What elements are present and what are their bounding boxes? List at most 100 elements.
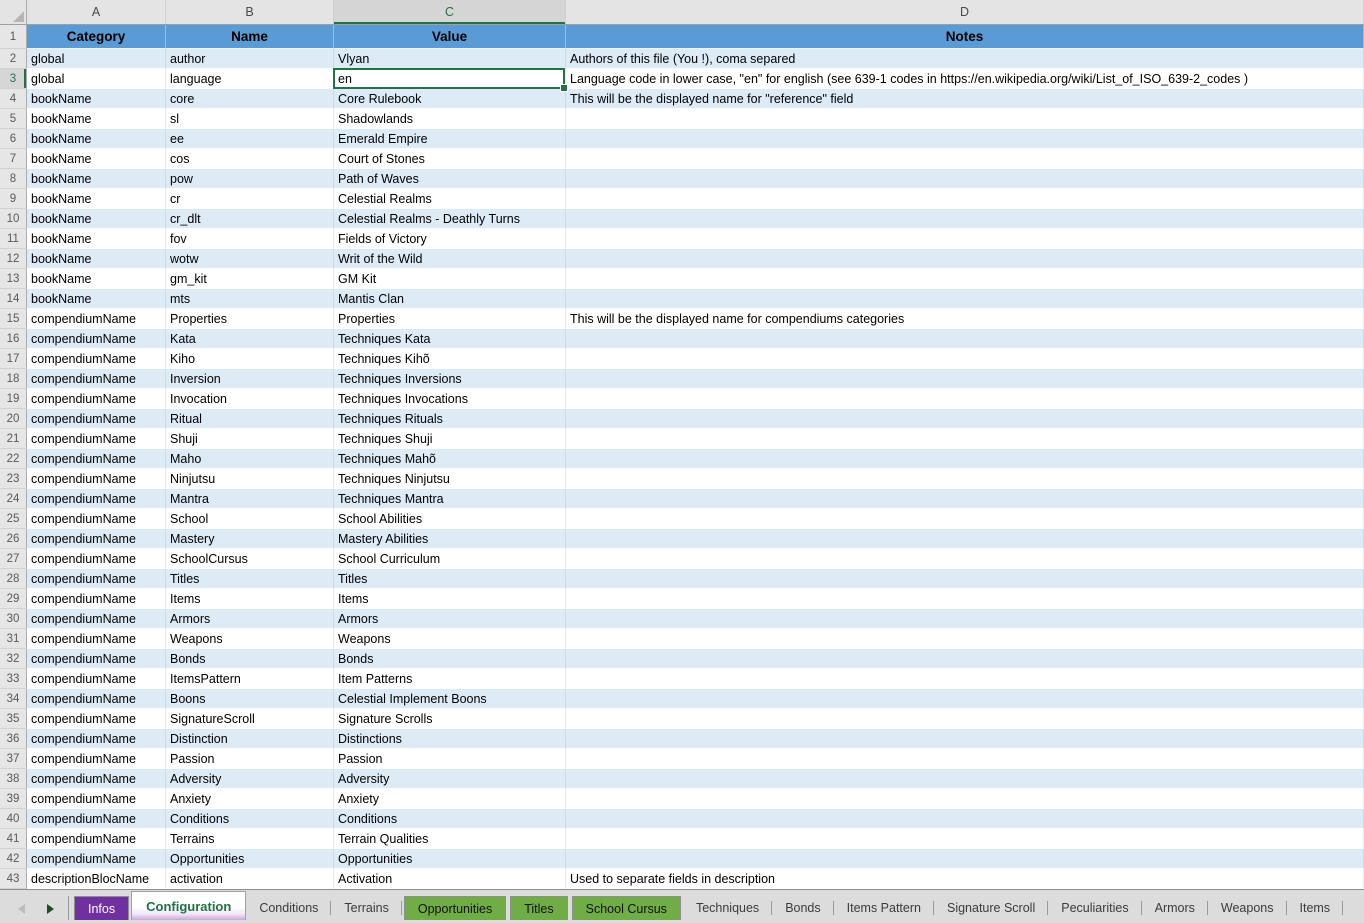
row-number[interactable]: 41	[0, 829, 27, 849]
cell[interactable]: Passion	[334, 749, 566, 769]
cell[interactable]: This will be the displayed name for "ref…	[566, 89, 1364, 109]
cell[interactable]: compendiumName	[27, 509, 166, 529]
cell[interactable]: compendiumName	[27, 849, 166, 869]
cell[interactable]: language	[166, 69, 334, 89]
cell[interactable]	[566, 829, 1364, 849]
cell[interactable]	[566, 429, 1364, 449]
cell[interactable]: Emerald Empire	[334, 129, 566, 149]
sheet-tab-terrains[interactable]: Terrains	[331, 896, 401, 920]
row-number[interactable]: 1	[0, 25, 27, 49]
cell[interactable]: Writ of the Wild	[334, 249, 566, 269]
cell[interactable]: global	[27, 49, 166, 69]
cell[interactable]: compendiumName	[27, 789, 166, 809]
cell[interactable]: bookName	[27, 269, 166, 289]
row-number[interactable]: 5	[0, 109, 27, 129]
row-number[interactable]: 40	[0, 809, 27, 829]
cell[interactable]: Celestial Realms	[334, 189, 566, 209]
cell[interactable]: bookName	[27, 229, 166, 249]
cell[interactable]: compendiumName	[27, 669, 166, 689]
cell[interactable]: Techniques Mantra	[334, 489, 566, 509]
cell[interactable]: Vlyan	[334, 49, 566, 69]
sheet-tab-weapons[interactable]: Weapons	[1208, 896, 1287, 920]
row-number[interactable]: 24	[0, 489, 27, 509]
cell[interactable]	[566, 409, 1364, 429]
cell[interactable]: School	[166, 509, 334, 529]
cell[interactable]: Techniques Kata	[334, 329, 566, 349]
cell[interactable]: compendiumName	[27, 489, 166, 509]
row-number[interactable]: 33	[0, 669, 27, 689]
cell[interactable]: compendiumName	[27, 749, 166, 769]
cell[interactable]	[566, 369, 1364, 389]
sheet-tab-opportunities[interactable]: Opportunities	[404, 896, 506, 920]
cell[interactable]: Anxiety	[166, 789, 334, 809]
cell[interactable]: Authors of this file (You !), coma separ…	[566, 49, 1364, 69]
cell[interactable]: compendiumName	[27, 369, 166, 389]
row-number[interactable]: 21	[0, 429, 27, 449]
row-number[interactable]: 42	[0, 849, 27, 869]
row-number[interactable]: 9	[0, 189, 27, 209]
cell[interactable]	[566, 269, 1364, 289]
cell[interactable]: Mastery	[166, 529, 334, 549]
cell[interactable]: Opportunities	[166, 849, 334, 869]
cell[interactable]: sl	[166, 109, 334, 129]
cell[interactable]	[566, 749, 1364, 769]
cell[interactable]: compendiumName	[27, 589, 166, 609]
cell[interactable]: compendiumName	[27, 729, 166, 749]
cell[interactable]: Shuji	[166, 429, 334, 449]
cell[interactable]: This will be the displayed name for comp…	[566, 309, 1364, 329]
cell[interactable]	[566, 449, 1364, 469]
cell[interactable]: Mantra	[166, 489, 334, 509]
cell[interactable]: Adversity	[166, 769, 334, 789]
cell[interactable]	[566, 189, 1364, 209]
cell[interactable]	[566, 669, 1364, 689]
prev-sheet-arrow-icon[interactable]	[18, 904, 25, 914]
cell[interactable]: bookName	[27, 89, 166, 109]
cell[interactable]	[566, 789, 1364, 809]
row-number[interactable]: 34	[0, 689, 27, 709]
cell[interactable]: SignatureScroll	[166, 709, 334, 729]
cell[interactable]: wotw	[166, 249, 334, 269]
cell[interactable]: Distinctions	[334, 729, 566, 749]
cell[interactable]: mts	[166, 289, 334, 309]
row-number[interactable]: 16	[0, 329, 27, 349]
row-number[interactable]: 17	[0, 349, 27, 369]
cell[interactable]: Kata	[166, 329, 334, 349]
row-number[interactable]: 36	[0, 729, 27, 749]
sheet-tab-conditions[interactable]: Conditions	[246, 896, 331, 920]
cell[interactable]: bookName	[27, 169, 166, 189]
cell[interactable]	[566, 249, 1364, 269]
cell[interactable]: Distinction	[166, 729, 334, 749]
cell[interactable]: Conditions	[166, 809, 334, 829]
cell[interactable]: author	[166, 49, 334, 69]
row-number[interactable]: 7	[0, 149, 27, 169]
cell[interactable]	[566, 169, 1364, 189]
cell[interactable]	[566, 649, 1364, 669]
row-number[interactable]: 10	[0, 209, 27, 229]
select-all-corner[interactable]	[0, 0, 27, 24]
cell[interactable]: Used to separate fields in description	[566, 869, 1364, 889]
cell[interactable]: activation	[166, 869, 334, 889]
cell[interactable]: compendiumName	[27, 769, 166, 789]
sheet-tab-armors[interactable]: Armors	[1142, 896, 1208, 920]
row-number[interactable]: 18	[0, 369, 27, 389]
cell[interactable]: Court of Stones	[334, 149, 566, 169]
cell[interactable]	[566, 549, 1364, 569]
cell[interactable]: compendiumName	[27, 649, 166, 669]
column-header-C[interactable]: C	[334, 0, 566, 24]
cell[interactable]: Invocation	[166, 389, 334, 409]
row-number[interactable]: 38	[0, 769, 27, 789]
row-number[interactable]: 14	[0, 289, 27, 309]
cell[interactable]: compendiumName	[27, 549, 166, 569]
header-cell-name[interactable]: Name	[166, 25, 334, 49]
cell[interactable]: compendiumName	[27, 569, 166, 589]
cell[interactable]: compendiumName	[27, 429, 166, 449]
cell[interactable]: compendiumName	[27, 689, 166, 709]
cell[interactable]: compendiumName	[27, 709, 166, 729]
header-cell-notes[interactable]: Notes	[566, 25, 1364, 49]
cell[interactable]: GM Kit	[334, 269, 566, 289]
sheet-tab-items-pattern[interactable]: Items Pattern	[834, 896, 934, 920]
row-number[interactable]: 39	[0, 789, 27, 809]
cell[interactable]: bookName	[27, 149, 166, 169]
row-number[interactable]: 15	[0, 309, 27, 329]
cell[interactable]: cr	[166, 189, 334, 209]
